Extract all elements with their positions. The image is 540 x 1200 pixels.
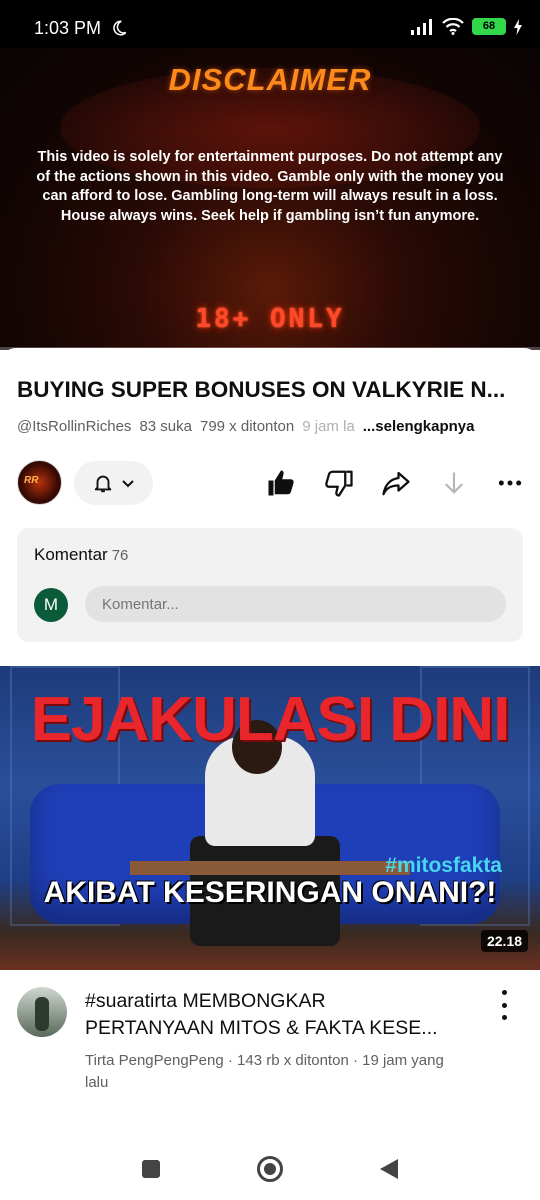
- battery-indicator: 68: [472, 18, 506, 35]
- thumbnail-subtitle: AKIBAT KESERINGAN ONANI?!: [43, 876, 497, 909]
- channel-handle: @ItsRollinRiches: [17, 418, 132, 435]
- next-video-thumbnail[interactable]: EJAKULASI DINI #mitosfakta AKIBAT KESERI…: [0, 666, 540, 970]
- download-icon: [445, 472, 463, 494]
- thumbnail-hashtag: #mitosfakta: [385, 854, 502, 877]
- video-title[interactable]: BUYING SUPER BONUSES ON VALKYRIE N...: [17, 377, 527, 403]
- title-line: PERTANYAAN MITOS & FAKTA KESE...: [85, 1017, 438, 1039]
- like-count: 83 suka: [139, 418, 192, 435]
- video-info-sheet: BUYING SUPER BONUSES ON VALKYRIE N... @I…: [0, 348, 540, 658]
- bell-icon: [94, 475, 111, 493]
- meta-line: Tirta PengPengPeng · 143 rb x ditonton ·…: [85, 1052, 444, 1069]
- square-icon: [142, 1160, 160, 1178]
- video-player[interactable]: DISCLAIMER This video is solely for ente…: [0, 48, 540, 350]
- thumbs-up-icon: [268, 470, 294, 496]
- back-button[interactable]: [374, 1154, 404, 1184]
- next-video-details[interactable]: #suaratirta MEMBONGKAR PERTANYAAN MITOS …: [0, 970, 540, 1100]
- like-button[interactable]: [264, 466, 298, 500]
- more-horizontal-icon: [498, 480, 522, 486]
- disclaimer-text: This video is solely for entertainment p…: [36, 149, 504, 224]
- status-time: 1:03 PM: [34, 18, 102, 38]
- download-button[interactable]: [437, 466, 471, 500]
- share-button[interactable]: [379, 466, 413, 500]
- show-more-link[interactable]: ...selengkapnya: [363, 418, 475, 435]
- age-restriction-label: 18+ ONLY: [195, 304, 345, 334]
- comments-count: 76: [111, 547, 129, 564]
- view-count: 799 x ditonton: [199, 418, 295, 435]
- channel-avatar[interactable]: [17, 987, 67, 1037]
- next-video-metadata: Tirta PengPengPeng · 143 rb x ditonton ·…: [85, 1050, 495, 1094]
- disclaimer-title: DISCLAIMER: [168, 62, 372, 97]
- title-line: #suaratirta MEMBONGKAR: [85, 990, 326, 1012]
- charging-icon: [514, 18, 522, 35]
- comments-section[interactable]: Komentar 76 M: [17, 528, 523, 642]
- dislike-button[interactable]: [322, 466, 356, 500]
- video-metadata[interactable]: @ItsRollinRiches 83 suka 799 x ditonton …: [17, 418, 527, 435]
- signal-icon: [411, 18, 432, 35]
- upload-age: 9 jam la: [302, 418, 355, 435]
- user-avatar: M: [34, 588, 68, 622]
- meta-line: lalu: [85, 1074, 109, 1091]
- moon-icon: [113, 20, 127, 36]
- comments-header: Komentar 76: [34, 545, 128, 565]
- circle-icon: [257, 1156, 283, 1182]
- notification-button[interactable]: [74, 461, 153, 505]
- home-button[interactable]: [255, 1154, 285, 1184]
- duration-badge: 22.18: [480, 930, 528, 952]
- thumbnail-title: EJAKULASI DINI: [30, 685, 511, 754]
- chevron-down-icon: [121, 480, 134, 488]
- table-illustration: [130, 861, 410, 875]
- channel-logo: RR: [24, 475, 39, 486]
- triangle-back-icon: [380, 1159, 398, 1179]
- share-icon: [382, 471, 410, 496]
- action-bar: RR: [17, 460, 527, 506]
- thumbs-down-icon: [325, 470, 353, 497]
- more-actions-button[interactable]: [493, 466, 527, 500]
- next-video-title[interactable]: #suaratirta MEMBONGKAR PERTANYAAN MITOS …: [85, 988, 480, 1042]
- more-vert-icon[interactable]: [492, 990, 516, 1020]
- wifi-icon: [442, 18, 464, 35]
- comment-input[interactable]: [85, 586, 506, 622]
- comments-label: Komentar: [34, 545, 108, 564]
- status-icons: 68: [410, 18, 522, 35]
- channel-avatar[interactable]: RR: [17, 460, 62, 505]
- recents-button[interactable]: [136, 1154, 166, 1184]
- system-nav-bar: [0, 1136, 540, 1200]
